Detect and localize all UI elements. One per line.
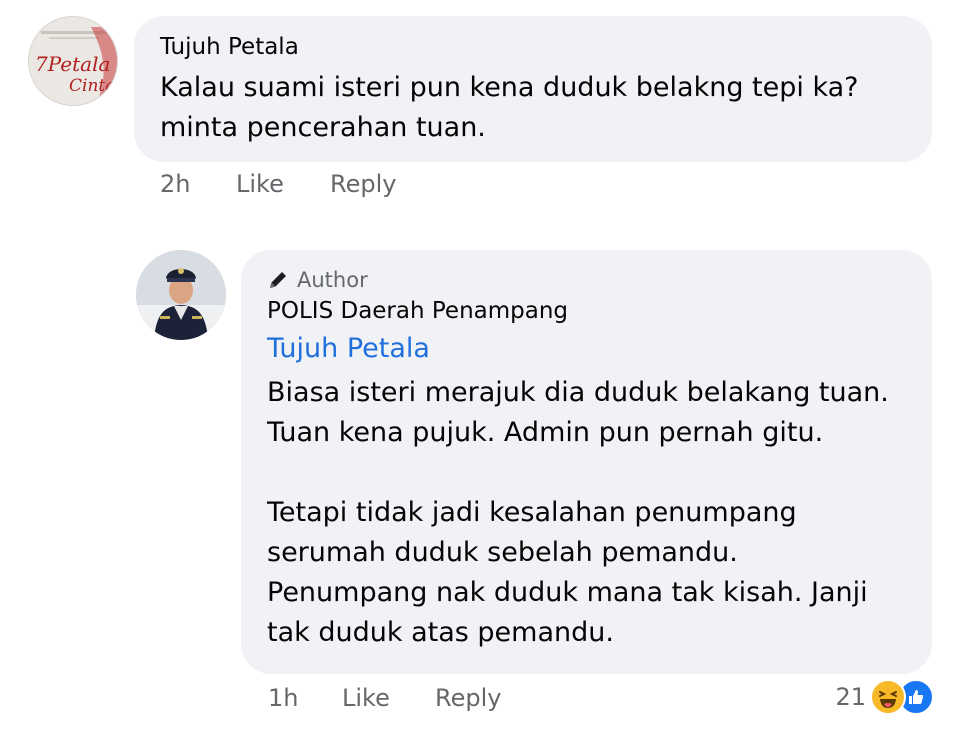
comment-text: Kalau suami isteri pun kena duduk belakn… [160, 72, 859, 143]
author-badge-label: Author [297, 268, 368, 292]
reply-avatar[interactable] [136, 250, 226, 340]
pencil-icon [270, 272, 286, 288]
author-badge: Author [267, 268, 368, 292]
haha-icon [870, 679, 906, 715]
svg-text:7Petala: 7Petala [35, 52, 110, 76]
reply-actions: 1h Like Reply [268, 684, 501, 712]
reply-bubble: Author POLIS Daerah Penampang Tujuh Peta… [241, 250, 932, 674]
like-button[interactable]: Like [236, 170, 330, 198]
reaction-summary[interactable]: 21 [835, 679, 934, 715]
reply-timestamp[interactable]: 1h [268, 684, 342, 712]
like-button[interactable]: Like [342, 684, 435, 712]
comment-actions: 2h Like Reply [160, 170, 396, 198]
reaction-count: 21 [835, 683, 866, 711]
book-cover-avatar-icon: 7Petala Cinta [29, 17, 117, 105]
reply-button[interactable]: Reply [435, 684, 501, 712]
police-officer-avatar-icon [136, 250, 226, 340]
reply-text: Biasa isteri merajuk dia duduk belakang … [267, 377, 889, 648]
comment-timestamp[interactable]: 2h [160, 170, 236, 198]
reply-author-name[interactable]: POLIS Daerah Penampang [267, 298, 568, 324]
commenter-name[interactable]: Tujuh Petala [160, 34, 299, 60]
comment-bubble: Tujuh Petala Kalau suami isteri pun kena… [134, 16, 932, 162]
reply-button[interactable]: Reply [330, 170, 396, 198]
mention-link[interactable]: Tujuh Petala [267, 333, 430, 364]
commenter-avatar[interactable]: 7Petala Cinta [28, 16, 118, 106]
svg-text:Cinta: Cinta [69, 76, 115, 96]
